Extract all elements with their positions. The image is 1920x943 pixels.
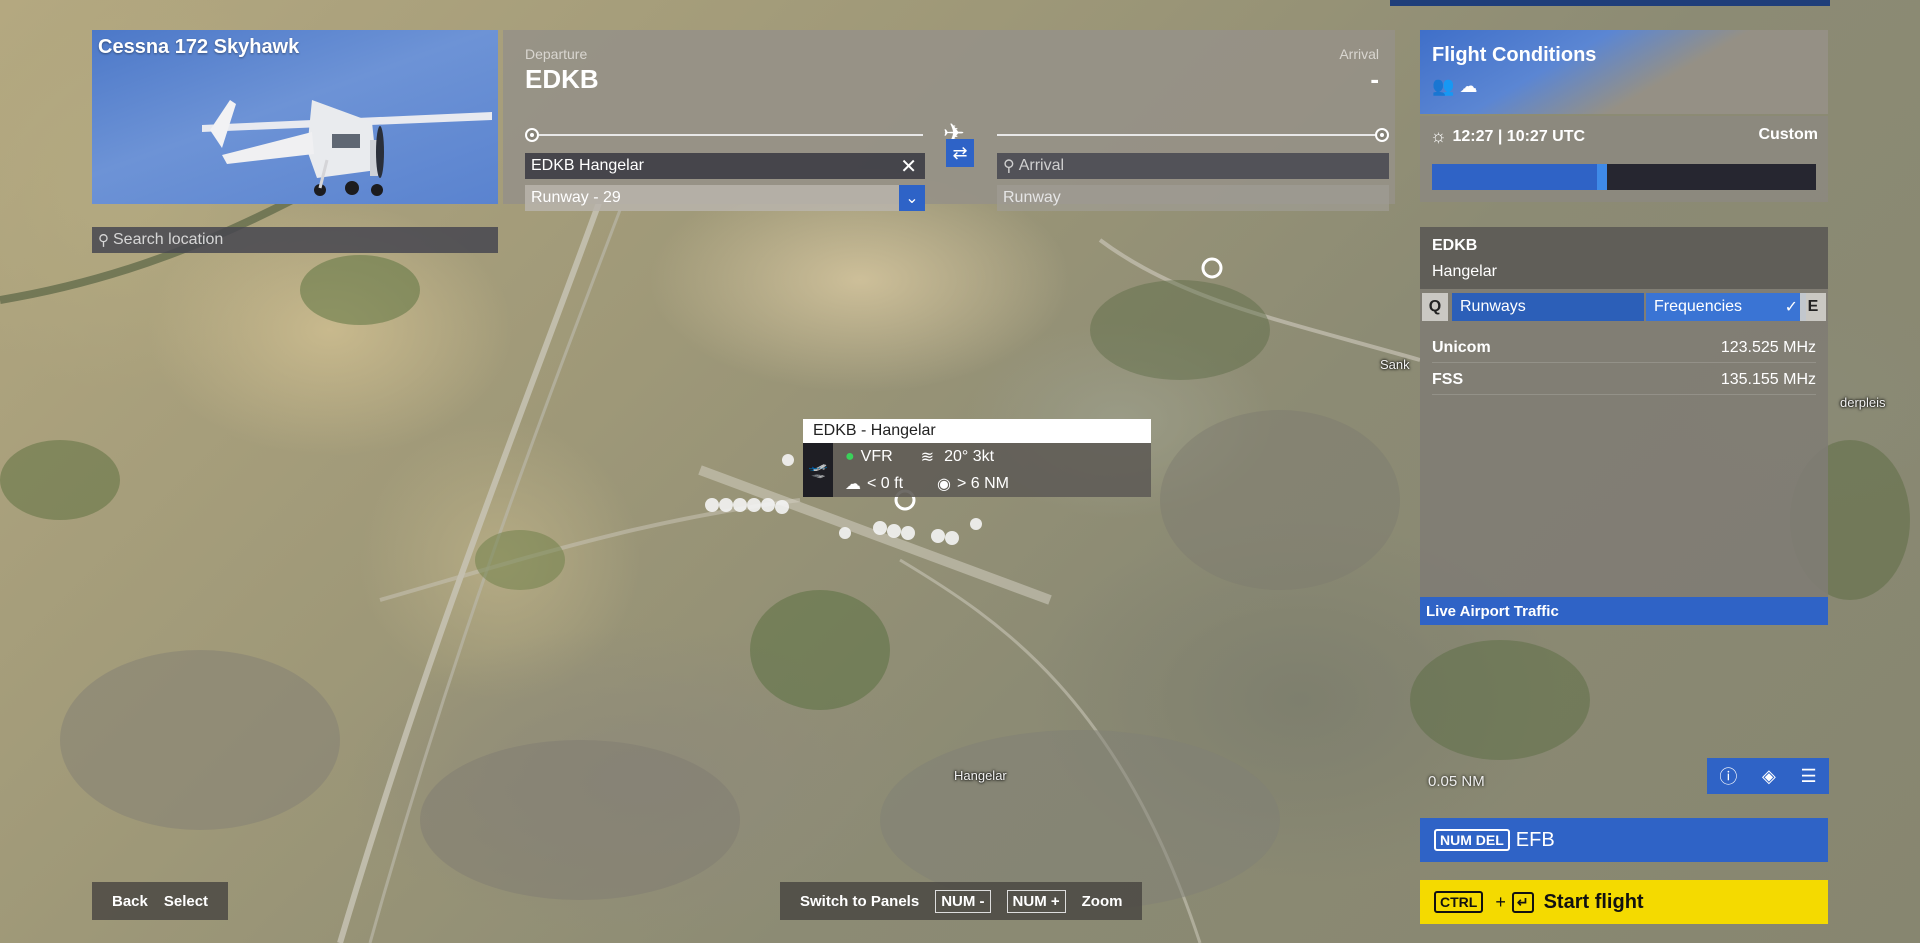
vfr-status-dot-icon: ● [845,447,855,465]
frequency-row: FSS 135.155 MHz [1432,365,1816,395]
sun-icon: ☼ [1430,126,1447,146]
layers-icon[interactable]: ◈ [1762,766,1776,787]
time-row: ☼ 12:27 | 10:27 UTC [1430,126,1585,147]
tab-frequencies[interactable]: Frequencies ✓ [1646,293,1806,321]
popup-weather-row: ● VFR ≋ 20° 3kt [833,443,1151,470]
clear-departure-icon[interactable]: ✕ [900,154,917,179]
tab-prev-key[interactable]: Q [1422,293,1448,321]
ctrl-key: CTRL [1434,891,1484,913]
efb-button[interactable]: NUM DEL EFB [1420,818,1828,862]
arrival-line [997,134,1377,136]
efb-label: EFB [1515,828,1555,851]
arrival-code: - [1370,64,1379,94]
departure-airport-value: EDKB Hangelar [531,157,644,174]
arrival-marker-icon [1375,128,1389,142]
aircraft-card[interactable]: Cessna 172 Skyhawk [92,30,498,204]
time-mode: Custom [1758,126,1818,143]
tab-next-key[interactable]: E [1800,293,1826,321]
swap-icon: ⇄ [952,142,968,163]
arrival-search-icon: ⚲ [1003,158,1015,175]
conditions-icons: 👥 ☁ [1432,76,1477,97]
departure-runway-value: Runway - 29 [531,189,621,206]
route-panel: Departure EDKB Arrival - ✈ EDKB Hangelar… [503,30,1395,211]
frequency-row: Unicom 123.525 MHz [1432,333,1816,363]
frequency-value: 135.155 MHz [1720,370,1816,388]
live-airport-traffic-button[interactable]: Live Airport Traffic [1420,597,1828,625]
tab-frequencies-label: Frequencies [1654,298,1743,315]
start-flight-button[interactable]: CTRL + ↵ Start flight [1420,880,1828,924]
num-plus-key[interactable]: NUM + [1006,889,1066,913]
runway-icon: 🛫 [803,443,833,497]
select-button[interactable]: Select [164,893,208,910]
arrival-label: Arrival [1339,46,1379,62]
departure-label: Departure [525,46,588,62]
map-scale: 0.05 NM [1428,773,1485,790]
cloud-icon: ☁ [1459,76,1478,96]
popup-title: EDKB - Hangelar [803,419,1151,443]
time-panel: ☼ 12:27 | 10:27 UTC Custom [1420,116,1828,202]
arrival-airport-field[interactable]: ⚲ Arrival [997,153,1389,179]
check-icon: ✓ [1784,299,1798,316]
filters-icon[interactable]: ☰ [1801,766,1817,787]
arrival-runway-value: Runway [1003,189,1061,206]
back-select-controls: Back Select [92,882,229,920]
map-label-sank: Sank [1380,357,1410,372]
info-icon[interactable]: ⓘ [1719,763,1737,789]
map-label-derpleis: derpleis [1840,395,1886,410]
map-label-hangelar: Hangelar [954,768,1007,783]
departure-airport-field[interactable]: EDKB Hangelar ✕ [525,153,925,179]
arrival-runway-select[interactable]: Runway [997,185,1389,211]
wind-value: 20° 3kt [944,447,995,465]
switch-to-panels-button[interactable]: Switch to Panels [800,893,919,910]
ceiling-value: < 0 ft [867,474,904,492]
start-flight-label: Start flight [1543,890,1644,913]
plus-sign: + [1495,891,1506,912]
cloud-ceiling-icon: ☁ [845,475,861,493]
num-minus-key[interactable]: NUM - [935,889,991,913]
aircraft-image [202,100,492,196]
visibility-eye-icon: ◉ [937,475,951,493]
flight-conditions-panel[interactable]: Flight Conditions 👥 ☁ [1420,30,1828,114]
tab-runways[interactable]: Runways [1452,293,1644,321]
airport-name: Hangelar [1432,263,1497,280]
frequency-name: FSS [1432,370,1464,388]
departure-code: EDKB [525,64,599,94]
back-button[interactable]: Back [112,893,148,910]
flight-rules: VFR [860,447,893,465]
swap-route-button[interactable]: ⇄ [946,139,974,167]
airport-map-popup[interactable]: EDKB - Hangelar 🛫 ● VFR ≋ 20° 3kt ☁ < 0 … [803,419,1151,497]
multiplayer-icon: 👥 [1432,76,1455,96]
popup-visibility-row: ☁ < 0 ft ◉ > 6 NM [833,470,1151,497]
time-slider-fill [1432,164,1598,190]
frequency-value: 123.525 MHz [1720,338,1816,356]
search-location-input[interactable]: ⚲ Search location [92,227,498,253]
airport-header: EDKB Hangelar [1420,227,1828,289]
flight-conditions-title: Flight Conditions [1432,44,1597,66]
arrival-placeholder: Arrival [1018,157,1065,174]
departure-marker-icon [525,128,539,142]
enter-key-icon: ↵ [1511,891,1534,913]
aircraft-name: Cessna 172 Skyhawk [98,36,300,58]
departure-line [539,134,923,136]
wind-icon: ≋ [920,448,935,466]
efb-key: NUM DEL [1434,829,1510,851]
zoom-label: Zoom [1081,892,1123,910]
search-location-placeholder: Search location [113,231,224,248]
frequency-name: Unicom [1432,338,1491,356]
time-value: 12:27 | 10:27 UTC [1452,127,1586,145]
airport-icao: EDKB [1432,237,1478,254]
map-controls-hint: Switch to Panels NUM - NUM + Zoom [780,882,1143,920]
visibility-value: > 6 NM [956,474,1009,492]
search-icon: ⚲ [98,232,109,249]
airport-info-panel: EDKB Hangelar Q Runways Frequencies ✓ E … [1420,227,1828,625]
time-slider[interactable] [1432,164,1816,190]
departure-runway-select[interactable]: Runway - 29 ⌄ [525,185,925,211]
chevron-down-icon[interactable]: ⌄ [899,185,925,211]
time-slider-thumb[interactable] [1597,164,1608,190]
top-indicator-bar [1390,0,1830,6]
map-tools: ⓘ ◈ ☰ [1707,758,1829,794]
